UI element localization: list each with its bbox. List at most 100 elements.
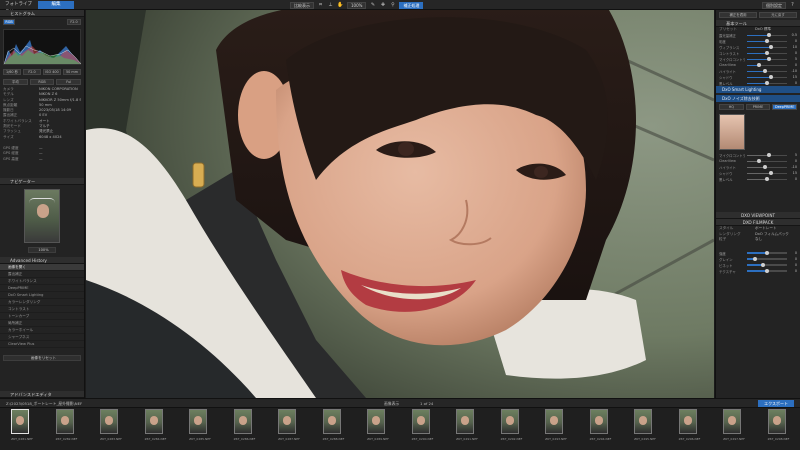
history-item[interactable]: トーンカーブ	[0, 313, 84, 320]
slider-value[interactable]: 5	[789, 153, 797, 157]
filmstrip-item[interactable]: Z6T_0298.NEF	[757, 408, 800, 450]
history-item[interactable]: シャープネス	[0, 334, 84, 341]
slider-track[interactable]	[747, 33, 787, 38]
filmstrip-item[interactable]: Z6T_0288.NEF	[312, 408, 357, 450]
slider-value[interactable]: 0	[789, 159, 797, 163]
filmstrip-thumbnail[interactable]	[11, 409, 29, 434]
slider-value[interactable]: 0	[789, 257, 797, 261]
navigator-thumbnail[interactable]	[24, 188, 60, 243]
tab-edit[interactable]: 編集	[38, 1, 74, 9]
filmstrip-thumbnail[interactable]	[456, 409, 474, 434]
slider-track[interactable]	[747, 159, 787, 164]
filmstrip-thumbnail[interactable]	[367, 409, 385, 434]
mode-rgb-button[interactable]: RGB	[29, 79, 55, 85]
slider-track[interactable]	[747, 153, 787, 158]
noise-mode-hq[interactable]: HQ	[719, 104, 744, 111]
filmstrip-item[interactable]: Z6T_0296.NEF	[668, 408, 713, 450]
noise-mode-prime[interactable]: PRIME	[745, 104, 771, 111]
hand-icon[interactable]: ✋	[337, 2, 344, 9]
slider-knob[interactable]	[765, 81, 769, 86]
correction-toggle[interactable]: 補正処理	[399, 1, 424, 9]
slider-value[interactable]: 0	[789, 63, 797, 67]
slider-knob[interactable]	[765, 51, 769, 56]
slider-value[interactable]: 0	[789, 39, 797, 43]
history-item[interactable]: DeepPRIME	[0, 285, 84, 292]
history-item[interactable]: 局所補正	[0, 320, 84, 327]
filmstrip-thumbnail[interactable]	[189, 409, 207, 434]
filmpack-header[interactable]: DXO FILMPACK	[716, 219, 800, 227]
history-item[interactable]: DxO Smart Lighting	[0, 292, 84, 299]
history-item[interactable]: カラーホイール	[0, 327, 84, 334]
slider-track[interactable]	[747, 250, 787, 255]
slider-knob[interactable]	[757, 159, 761, 164]
filmstrip-thumbnail[interactable]	[634, 409, 652, 434]
slider-value[interactable]: 15	[789, 171, 797, 175]
history-item[interactable]: ホワイトバランス	[0, 278, 84, 285]
navigator-header[interactable]: ナビゲーター	[0, 177, 84, 185]
filmstrip-item[interactable]: Z6T_0295.NEF	[623, 408, 668, 450]
image-viewer[interactable]	[86, 10, 714, 398]
filmstrip-thumbnail[interactable]	[322, 409, 341, 434]
filmstrip-item[interactable]: Z6T_0297.NEF	[712, 408, 757, 450]
slider-knob[interactable]	[763, 69, 767, 74]
slider-track[interactable]	[747, 268, 787, 273]
slider-value[interactable]: 0	[789, 177, 797, 181]
filmstrip-item[interactable]: Z6T_0290.NEF	[401, 408, 446, 450]
undo-button[interactable]: 元に戻す	[759, 12, 797, 18]
filmstrip-item[interactable]: Z6T_0281.NEF	[0, 408, 45, 450]
slider-knob[interactable]	[757, 63, 761, 68]
slider-track[interactable]	[747, 45, 787, 50]
preset-value[interactable]: DxO 標準	[755, 27, 797, 32]
histogram-header[interactable]: ヒストグラム	[0, 10, 84, 17]
history-item[interactable]: カラーレンダリング	[0, 299, 84, 306]
slider-value[interactable]: 0	[789, 51, 797, 55]
slider-track[interactable]	[747, 69, 787, 74]
tab-photo-library[interactable]: フォトライブラリ	[2, 1, 36, 15]
slider-knob[interactable]	[761, 262, 765, 267]
slider-track[interactable]	[747, 57, 787, 62]
filmstrip-item[interactable]: Z6T_0294.NEF	[579, 408, 624, 450]
slider-value[interactable]: 0	[789, 251, 797, 255]
slider-track[interactable]	[747, 51, 787, 56]
history-item[interactable]: ClearView Plus	[0, 341, 84, 348]
slider-track[interactable]	[747, 75, 787, 80]
filmstrip-item[interactable]: Z6T_0284.NEF	[134, 408, 179, 450]
slider-knob[interactable]	[763, 165, 767, 170]
slider-track[interactable]	[747, 39, 787, 44]
filmstrip-item[interactable]: Z6T_0283.NEF	[89, 408, 134, 450]
slider-track[interactable]	[747, 171, 787, 176]
slider-value[interactable]: -10	[789, 165, 797, 169]
zoom-level[interactable]: 100%	[347, 1, 367, 9]
filmstrip-thumbnail[interactable]	[500, 409, 519, 434]
slider-value[interactable]: -10	[789, 69, 797, 73]
slider-knob[interactable]	[769, 45, 773, 50]
history-item[interactable]: コントラスト	[0, 306, 84, 313]
advanced-editor-footer[interactable]: アドバンスドエディタ	[0, 391, 84, 398]
slider-track[interactable]	[747, 81, 787, 86]
slider-knob[interactable]	[767, 153, 771, 158]
slider-track[interactable]	[747, 256, 787, 261]
filmstrip-thumbnail[interactable]	[233, 409, 252, 434]
filmstrip-thumbnail[interactable]	[144, 409, 163, 434]
filmstrip-item[interactable]: Z6T_0287.NEF	[267, 408, 312, 450]
compare-button[interactable]: 比較表示	[290, 1, 314, 9]
help-icon[interactable]: ?	[789, 2, 796, 9]
eyedropper-icon[interactable]: ⚲	[389, 2, 396, 9]
smart-lighting-header[interactable]: DxO Smart Lighting	[716, 86, 800, 94]
straighten-icon[interactable]: ⟂	[327, 2, 334, 9]
slider-value[interactable]: 0	[789, 81, 797, 85]
noise-reduction-header[interactable]: DxO ノイズ除去技術	[716, 95, 800, 103]
history-header[interactable]: Advanced History	[0, 256, 84, 264]
filmstrip-item[interactable]: Z6T_0292.NEF	[490, 408, 535, 450]
repair-icon[interactable]: ✚	[379, 2, 386, 9]
slider-knob[interactable]	[767, 57, 771, 62]
slider-knob[interactable]	[765, 268, 769, 273]
filmstrip-item[interactable]: Z6T_0289.NEF	[356, 408, 401, 450]
basic-tools-header[interactable]: 基本ツール	[716, 20, 800, 27]
filmstrip-item[interactable]: Z6T_0286.NEF	[223, 408, 268, 450]
slider-value[interactable]: 5	[789, 57, 797, 61]
slider-track[interactable]	[747, 177, 787, 182]
slider-value[interactable]: 10	[789, 45, 797, 49]
filmstrip-thumbnail[interactable]	[767, 409, 786, 434]
slider-knob[interactable]	[765, 39, 769, 44]
